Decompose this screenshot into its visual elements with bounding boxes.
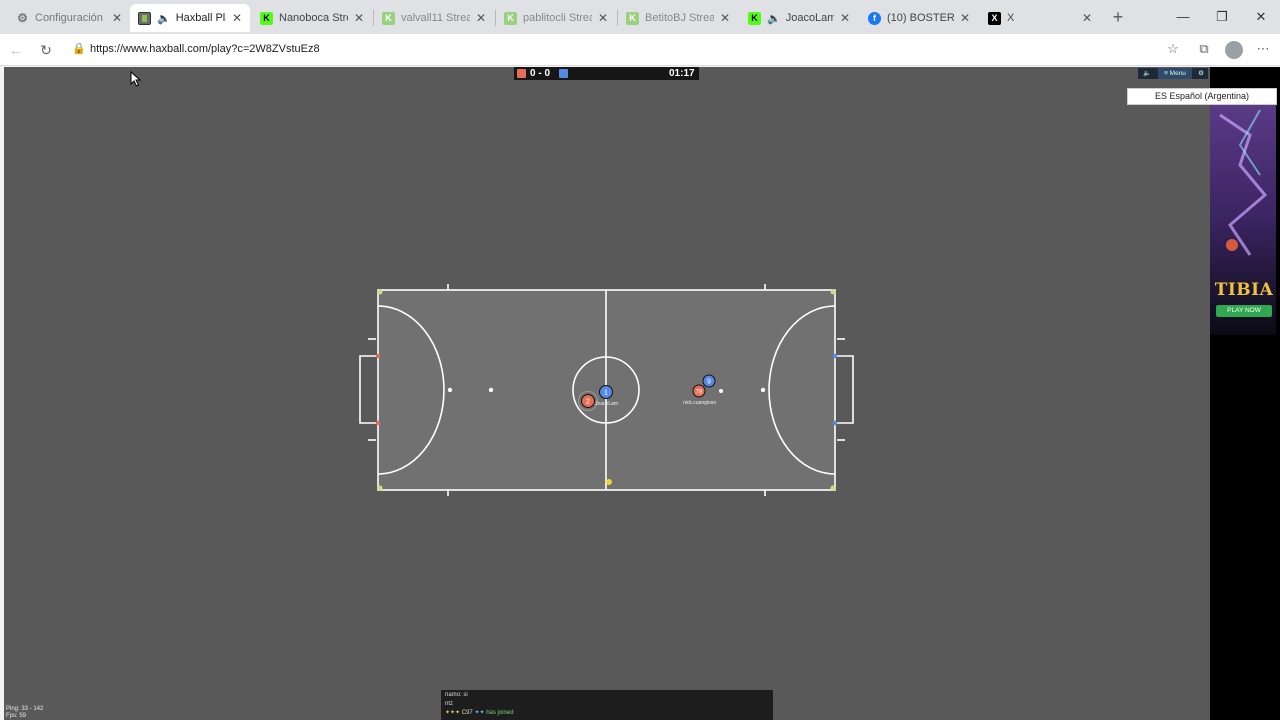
speaker-icon[interactable]: 🔈 [157,12,171,25]
reload-icon[interactable]: ↻ [36,40,56,60]
score-text: 0 - 0 [530,68,551,79]
kick-icon: K [382,11,395,25]
profile-avatar[interactable] [1225,41,1243,59]
close-icon[interactable]: ✕ [718,11,732,25]
restore-button[interactable]: ❐ [1207,6,1237,28]
close-icon[interactable]: ✕ [474,11,488,25]
ad-play-now-button[interactable]: PLAY NOW [1216,305,1272,317]
language-selector[interactable]: ES Español (Argentina) [1127,88,1277,105]
minimize-button[interactable]: — [1168,6,1198,28]
tab-title: Configuración [35,12,103,24]
chat-message: ntz [445,701,454,707]
mouse-cursor-icon [130,71,142,87]
emoji-icon: ✦✦✦ [445,710,461,716]
close-window-button[interactable]: ✕ [1246,6,1276,28]
kick-icon: K [748,11,761,25]
joined-player-name: C97 [461,710,473,716]
tab-title: JoacoLam St [785,12,834,24]
more-menu-icon[interactable]: ⋯ [1254,40,1272,58]
address-bar[interactable]: 🔒 https://www.haxball.com/play?c=2W8ZVst… [64,38,1194,62]
browser-toolbar: ← ↻ 🔒 https://www.haxball.com/play?c=2W8… [0,34,1280,66]
url-text[interactable]: https://www.haxball.com/play?c=2W8ZVstuE… [90,43,320,55]
extensions-icon[interactable]: ⧉ [1195,40,1213,58]
x-icon: X [988,11,1001,25]
tab-configuracion[interactable]: ⚙ Configuración ✕ [8,4,130,32]
tab-strip: ⚙ Configuración ✕ 🔈 Haxball Play ✕ K Nan… [0,0,1280,34]
blue-team-icon [559,69,568,78]
joined-text: has joined [486,710,514,716]
ping-text: Ping: 33 - 142 [6,706,44,712]
tab-title: X [1007,12,1015,24]
close-icon[interactable]: ✕ [596,11,610,25]
emoji-icon: ✦✦ [474,710,485,716]
close-icon[interactable]: ✕ [230,11,244,25]
tab-pablitocli[interactable]: K pablitocli Stream ✕ [496,4,616,32]
speaker-icon[interactable]: 🔈 [767,12,781,25]
tab-haxball[interactable]: 🔈 Haxball Play ✕ [130,4,250,32]
close-icon[interactable]: ✕ [1080,11,1094,25]
lock-icon[interactable]: 🔒 [72,42,86,55]
speaker-icon[interactable]: 🔈 [1140,68,1154,79]
facebook-icon: f [868,11,881,25]
close-icon[interactable]: ✕ [352,11,366,25]
back-arrow-icon[interactable]: ← [6,40,26,60]
match-timer: 01:17 [669,68,695,79]
kick-icon: K [504,11,517,25]
new-tab-button[interactable]: + [1108,6,1128,28]
close-icon[interactable]: ✕ [838,11,852,25]
tab-x[interactable]: X X ✕ [980,4,1100,32]
chat-box[interactable]: namo: si ntz ✦✦✦ C97 ✦✦ has joined [441,690,773,720]
ping-readout: Ping: 33 - 142 Fps: 59 [6,706,43,720]
ad-artwork-image[interactable] [1210,105,1276,335]
game-controls: 🔈 ≡ Menu ⚙ [1138,68,1208,79]
close-icon[interactable]: ✕ [958,11,972,25]
tab-title: Nanoboca Stream [279,12,348,24]
red-team-icon [517,69,526,78]
tab-title: valvall11 Stream [401,12,470,24]
tab-valvall[interactable]: K valvall11 Stream ✕ [374,4,494,32]
kick-icon: K [260,11,273,25]
chat-message: ✦✦✦ C97 ✦✦ has joined [445,710,514,717]
haxball-icon [138,11,151,25]
tab-title: pablitocli Stream [523,12,592,24]
gear-icon[interactable]: ⚙ [1195,68,1207,79]
star-icon[interactable]: ☆ [1164,40,1182,58]
tab-nanoboca[interactable]: K Nanoboca Stream ✕ [252,4,372,32]
tab-title: BetitoBJ Stream [645,12,714,24]
fps-text: Fps: 59 [6,713,27,719]
close-icon[interactable]: ✕ [110,11,124,25]
game-canvas[interactable] [4,67,1276,720]
kick-icon: K [626,11,639,25]
tab-title: (10) BOSTEROS [887,12,954,24]
chat-message: namo: si [445,692,468,698]
tab-joacolam[interactable]: K 🔈 JoacoLam St ✕ [740,4,858,32]
gear-icon: ⚙ [17,11,28,25]
tab-bosteros[interactable]: f (10) BOSTEROS ✕ [860,4,978,32]
ad-title[interactable]: TIBIA [1214,280,1274,300]
scoreboard: 0 - 0 01:17 [514,67,699,80]
tab-title: Haxball Play [175,12,226,24]
tab-betitobj[interactable]: K BetitoBJ Stream ✕ [618,4,738,32]
menu-button[interactable]: ≡ Menu [1158,68,1192,79]
